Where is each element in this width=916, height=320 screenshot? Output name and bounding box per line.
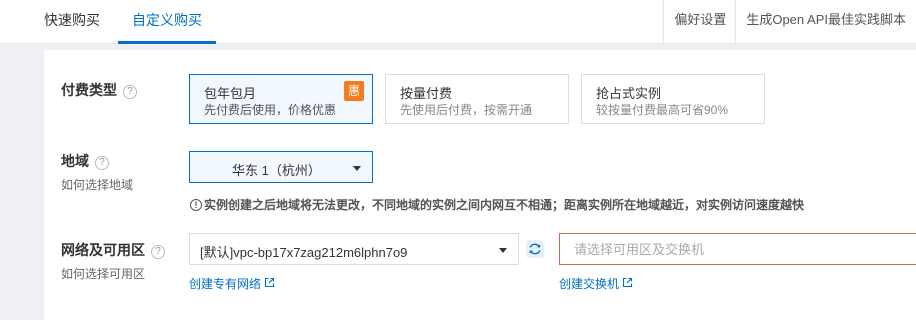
network-text: 网络及可用区	[61, 242, 145, 258]
region-notice-text: 实例创建之后地域将无法更改，不同地域的实例之间内网互不相通；距离实例所在地域越近…	[204, 198, 805, 212]
network-label: 网络及可用区?	[61, 240, 165, 260]
option-title: 抢占式实例	[596, 86, 662, 101]
help-icon[interactable]: ?	[123, 85, 137, 99]
tab-custom-buy[interactable]: 自定义购买	[118, 0, 216, 44]
region-help-link[interactable]: 如何选择地域	[61, 176, 133, 193]
create-vswitch-link[interactable]: 创建交换机	[559, 275, 633, 292]
region-select[interactable]: 华东 1（杭州）	[189, 151, 373, 183]
caret-down-icon	[499, 248, 507, 253]
preferences-link[interactable]: 偏好设置	[663, 0, 735, 44]
billing-type-label: 付费类型?	[61, 80, 137, 100]
tab-quick-buy[interactable]: 快速购买	[44, 0, 100, 44]
zone-vswitch-input[interactable]	[559, 233, 916, 265]
vpc-select[interactable]: [默认]vpc-bp17x7zag212m6lphn7o9	[189, 233, 519, 265]
external-link-icon	[622, 277, 633, 291]
billing-option-spot[interactable]: 抢占式实例 较按量付费最高可省90%	[581, 74, 765, 124]
option-title: 包年包月	[204, 86, 257, 101]
option-subtitle: 先使用后付费，按需开通	[400, 103, 533, 117]
billing-option-subscription[interactable]: 包年包月 先付费后使用，价格优惠 惠	[189, 74, 373, 124]
billing-type-text: 付费类型	[61, 82, 117, 98]
zone-help-link[interactable]: 如何选择可用区	[61, 265, 145, 282]
vpc-value: [默认]vpc-bp17x7zag212m6lphn7o9	[200, 245, 408, 260]
top-tab-bar: 快速购买 自定义购买 偏好设置 生成Open API最佳实践脚本	[0, 0, 916, 44]
generate-openapi-script-link[interactable]: 生成Open API最佳实践脚本	[735, 0, 916, 44]
refresh-icon[interactable]	[526, 240, 544, 258]
header-links: 偏好设置 生成Open API最佳实践脚本	[663, 0, 916, 44]
region-value: 华东 1（杭州）	[232, 163, 321, 178]
external-link-icon	[264, 277, 275, 291]
discount-badge: 惠	[344, 81, 364, 101]
option-subtitle: 较按量付费最高可省90%	[596, 103, 729, 117]
option-subtitle: 先付费后使用，价格优惠	[204, 103, 337, 117]
option-title: 按量付费	[400, 86, 453, 101]
create-vpc-text: 创建专有网络	[189, 277, 262, 291]
help-icon[interactable]: ?	[95, 156, 109, 170]
billing-option-pay-as-you-go[interactable]: 按量付费 先使用后付费，按需开通	[385, 74, 569, 124]
region-label: 地域?	[61, 151, 109, 171]
region-notice: ! 实例创建之后地域将无法更改，不同地域的实例之间内网互不相通；距离实例所在地域…	[190, 196, 804, 213]
help-icon[interactable]: ?	[151, 245, 165, 259]
info-icon: !	[190, 198, 202, 211]
create-vpc-link[interactable]: 创建专有网络	[189, 275, 275, 292]
caret-down-icon	[353, 166, 361, 171]
create-vswitch-text: 创建交换机	[559, 277, 620, 291]
region-text: 地域	[61, 153, 89, 169]
